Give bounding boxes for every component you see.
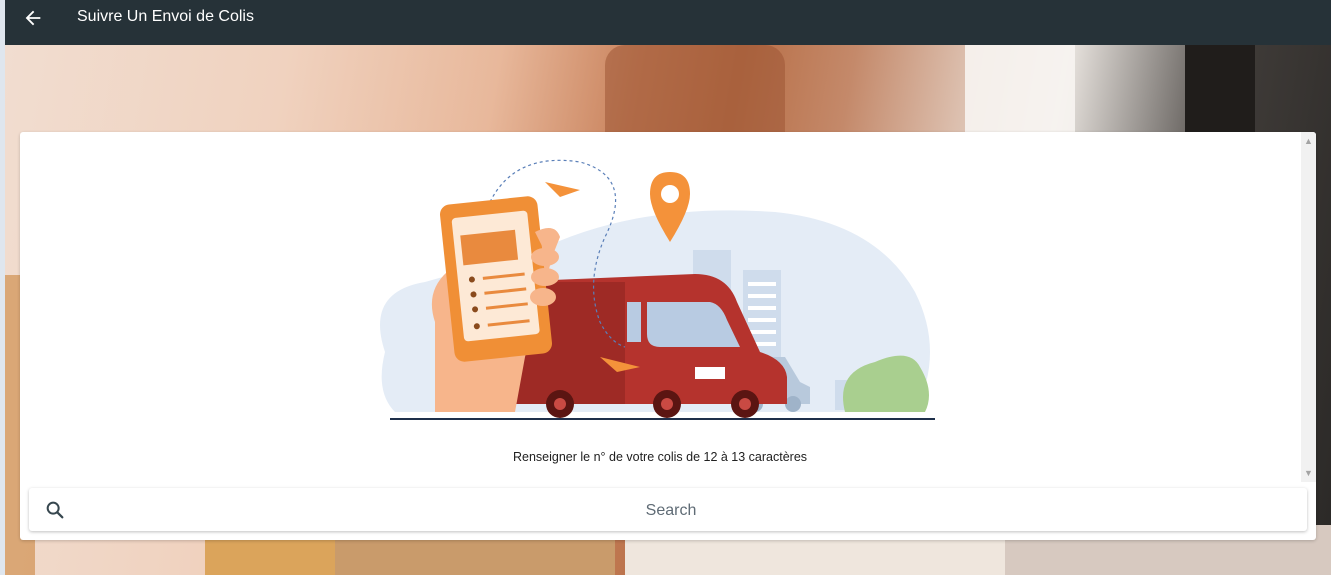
tracking-number-hint: Renseigner le n° de votre colis de 12 à … (512, 450, 808, 464)
app-header: Suivre Un Envoi de Colis (5, 0, 1331, 45)
delivery-illustration (355, 142, 967, 442)
tracking-card: Renseigner le n° de votre colis de 12 à … (20, 132, 1316, 540)
search-input[interactable] (79, 488, 1263, 533)
page-title: Suivre Un Envoi de Colis (77, 8, 254, 25)
scroll-down-icon[interactable]: ▼ (1301, 466, 1316, 480)
scrollbar[interactable]: ▲ ▼ (1301, 132, 1316, 482)
back-button[interactable] (19, 4, 47, 32)
search-box[interactable] (29, 488, 1307, 533)
search-icon[interactable] (44, 499, 66, 521)
arrow-left-icon (25, 10, 41, 26)
scroll-up-icon[interactable]: ▲ (1301, 134, 1316, 148)
